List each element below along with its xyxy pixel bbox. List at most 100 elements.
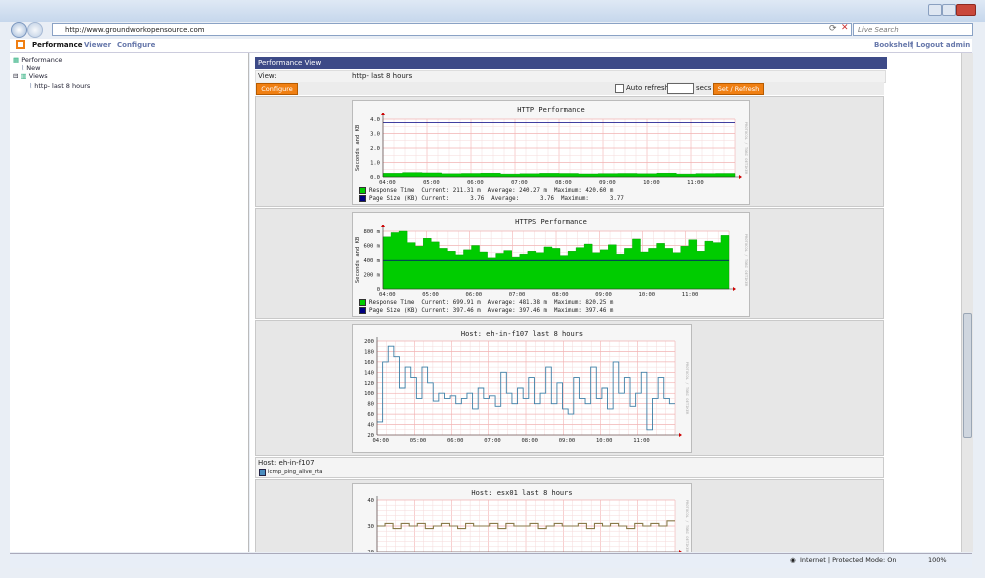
tree-item-new[interactable]: ⌇ New: [21, 64, 40, 72]
legend-row: Response Time Current: 211.31 m Average:…: [359, 187, 613, 194]
y-tick-label: 200 m: [363, 273, 380, 279]
y-tick-label: 40: [367, 423, 374, 429]
host-legend-label: icmp_ping_alive_rta: [268, 469, 323, 475]
tree-item-http-view[interactable]: ⌇ http- last 8 hours: [29, 82, 90, 90]
close-window-button[interactable]: [956, 4, 976, 16]
rrdtool-credit: PROTOCOL / TOBI OETIKER: [685, 362, 690, 415]
legend-maximum: 420.60 m: [585, 188, 614, 194]
x-tick-label: 05:00: [423, 180, 440, 186]
zoom-level[interactable]: 100%: [928, 556, 947, 564]
y-tick-label: 200: [364, 339, 374, 345]
legend-row: Page Size (KB) Current: 3.76 Average: 3.…: [359, 195, 624, 202]
rrdtool-credit: PROTOCOL / TOBI OETIKER: [744, 122, 749, 175]
y-tick-label: 400 m: [363, 258, 380, 264]
x-axis-arrow: [739, 175, 742, 179]
secs-label: secs: [696, 84, 712, 92]
x-tick-label: 08:00: [555, 180, 572, 186]
legend-current: 3.76: [470, 196, 485, 202]
maximize-button[interactable]: [942, 4, 956, 16]
graph-icon: ⌇: [21, 64, 25, 72]
auto-refresh-label: Auto refresh: [626, 84, 670, 92]
main-content: Performance View View: http- last 8 hour…: [250, 53, 961, 552]
y-tick-label: 600 m: [363, 244, 380, 250]
host-label: Host: eh-in-f107: [258, 459, 315, 467]
legend-label: Page Size (KB): [369, 308, 418, 314]
host-eh-chart-svg: 2040608010012014016018020004:00 05:00 06:0…: [364, 337, 690, 444]
rrdtool-credit: PROTOCOL / TOBI OETIKER: [744, 234, 749, 287]
y-axis-label: Seconds and KB: [355, 236, 361, 283]
graph-panel-esx01: Host: esx01 last 8 hours 203040PROTOCOL …: [255, 479, 884, 552]
browser-window: http://www.groundworkopensource.com ⟳ ✕ …: [0, 0, 985, 578]
view-value: http- last 8 hours: [352, 72, 413, 80]
stop-icon[interactable]: ✕: [841, 23, 849, 33]
x-tick-label: 11:00: [687, 180, 704, 186]
url-text: http://www.groundworkopensource.com: [65, 26, 205, 34]
y-tick-label: 800 m: [363, 229, 380, 235]
legend-label: Response Time: [369, 188, 415, 194]
host-caption: Host: eh-in-f107 icmp_ping_alive_rta: [255, 457, 884, 478]
y-axis-arrow: [381, 225, 385, 227]
legend-swatch: [359, 299, 366, 306]
graph-panel-https: HTTPS Performance 0 200 m 400 m 600 m 800 m0…: [255, 208, 884, 319]
scrollbar-thumb[interactable]: [963, 313, 972, 438]
y-tick-label: 30: [367, 524, 374, 530]
x-axis-arrow: [679, 433, 682, 437]
groundwork-logo-icon: [16, 40, 25, 49]
x-tick-label: 10:00: [596, 438, 613, 444]
bar-chart-icon: ▥: [20, 72, 27, 80]
y-tick-label: 40: [367, 498, 374, 504]
y-tick-label: 2.0: [370, 146, 380, 152]
address-bar[interactable]: http://www.groundworkopensource.com: [52, 23, 852, 36]
sidebar-tree: ▦ Performance ⌇ New ⊟ ▥ Views ⌇ http- la…: [10, 53, 249, 552]
graph-panel-http: HTTP Performance 0.0 1.0 2.0 3.0 4.0 04:00 05:…: [255, 96, 884, 207]
y-tick-label: 100: [364, 391, 374, 397]
tab-configure[interactable]: Configure: [117, 41, 155, 49]
y-tick-label: 80: [367, 402, 374, 408]
x-axis-arrow: [679, 550, 682, 552]
graph-icon: ⌇: [29, 82, 33, 90]
legend-maximum: 397.46 m: [585, 308, 614, 314]
title-bar: [0, 0, 985, 22]
x-tick-label: 04:00: [372, 438, 389, 444]
x-tick-label: 10:00: [643, 180, 660, 186]
x-tick-label: 06:00: [466, 292, 483, 298]
vertical-scrollbar[interactable]: [961, 53, 973, 552]
search-input[interactable]: Live Search: [853, 23, 973, 36]
esx01-chart-svg: 20 30 40 PROTOCOL / TOBI OETIKER: [367, 496, 690, 552]
refresh-icon[interactable]: ⟳: [829, 24, 837, 34]
grid-icon: ▦: [13, 56, 20, 64]
rrdtool-credit: PROTOCOL / TOBI OETIKER: [685, 500, 690, 552]
tab-viewer[interactable]: Viewer: [84, 41, 111, 49]
zone-status: Internet | Protected Mode: On: [800, 556, 897, 564]
y-tick-label: 1.0: [370, 161, 380, 167]
legend-swatch: [259, 469, 266, 476]
tab-performance[interactable]: Performance: [32, 41, 83, 49]
tree-root-label: Performance: [21, 56, 63, 64]
legend-current: 699.91 m: [452, 300, 481, 306]
bookshelf-link[interactable]: Bookshelf: [874, 41, 913, 49]
legend-average: 397.46 m: [519, 308, 548, 314]
globe-icon: ◉: [790, 556, 796, 564]
x-tick-label: 08:00: [552, 292, 569, 298]
x-tick-label: 10:00: [639, 292, 656, 298]
tree-root[interactable]: ▦ Performance: [13, 56, 62, 64]
tree-item-views[interactable]: ⊟ ▥ Views: [13, 72, 48, 80]
back-button[interactable]: [11, 22, 27, 38]
x-tick-label: 07:00: [484, 438, 501, 444]
set-refresh-button[interactable]: Set / Refresh: [713, 83, 764, 95]
minimize-button[interactable]: [928, 4, 942, 16]
https-graph: HTTPS Performance 0 200 m 400 m 600 m 800 m0…: [352, 212, 750, 317]
panel-title: Performance View: [255, 57, 887, 69]
x-tick-label: 11:00: [633, 438, 650, 444]
y-tick-label: 60: [367, 412, 374, 418]
view-label: View:: [258, 72, 277, 80]
logout-link[interactable]: Logout admin: [916, 41, 970, 49]
secs-input[interactable]: [667, 83, 694, 94]
collapse-icon[interactable]: ⊟: [13, 72, 18, 80]
auto-refresh-checkbox[interactable]: [615, 84, 624, 93]
forward-button[interactable]: [27, 22, 43, 38]
legend-current: 211.31 m: [452, 188, 481, 194]
configure-button[interactable]: Configure: [256, 83, 298, 95]
legend-maximum: 3.77: [609, 196, 624, 202]
legend-current: 397.46 m: [452, 308, 481, 314]
